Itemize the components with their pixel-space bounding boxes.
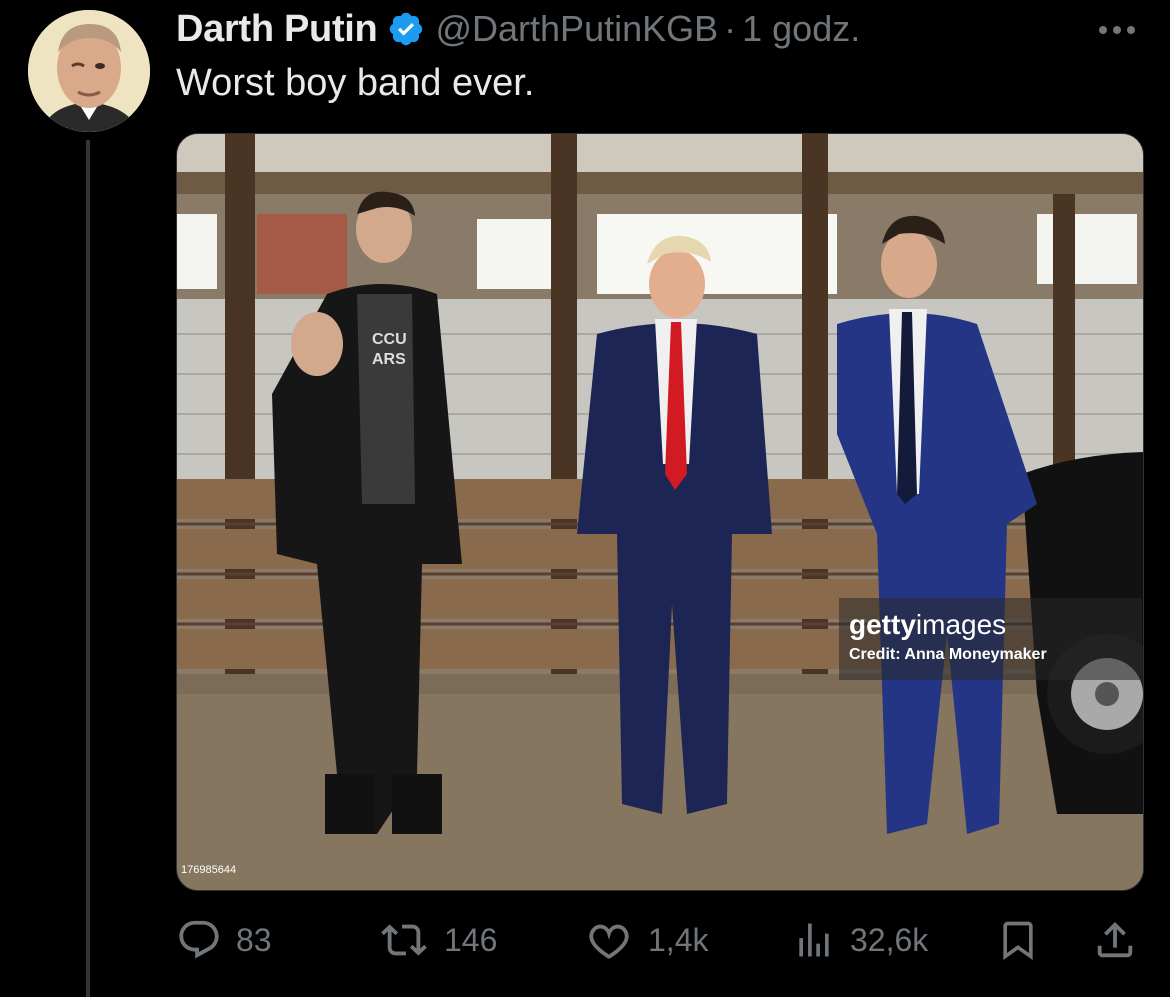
views-button[interactable]: 32,6k (792, 912, 928, 968)
author-avatar[interactable] (28, 10, 150, 132)
share-icon (1092, 916, 1138, 964)
tweet-photo[interactable]: CCU ARS gettyimages Credit: Anna Moneyma… (176, 133, 1144, 891)
watermark-brand-bold: getty (849, 609, 916, 640)
action-bar: 83 146 1,4k 32,6k (176, 912, 1142, 968)
more-icon[interactable] (1092, 16, 1142, 44)
watermark-brand-light: images (915, 609, 1007, 640)
svg-text:CCU: CCU (372, 331, 407, 348)
author-display-name[interactable]: Darth Putin (176, 8, 378, 51)
share-button[interactable] (1092, 912, 1138, 968)
bookmark-button[interactable] (996, 912, 1040, 968)
repost-count: 146 (444, 921, 498, 958)
like-count: 1,4k (648, 921, 709, 958)
tweet-timestamp[interactable]: 1 godz. (742, 8, 860, 50)
views-icon (792, 917, 836, 963)
tweet-text: Worst boy band ever. (176, 62, 535, 104)
reply-button[interactable]: 83 (176, 912, 272, 968)
thread-line (86, 140, 90, 997)
views-count: 32,6k (850, 921, 929, 958)
getty-watermark: gettyimages Credit: Anna Moneymaker (839, 598, 1142, 680)
photo-id: 176985644 (181, 864, 237, 876)
repost-button[interactable]: 146 (378, 912, 497, 968)
like-icon (584, 917, 634, 963)
repost-icon (378, 917, 430, 963)
verified-badge-icon[interactable] (387, 10, 425, 48)
bookmark-icon (996, 916, 1040, 964)
reply-count: 83 (236, 921, 272, 958)
svg-text:ARS: ARS (372, 351, 406, 368)
tweet-header: Darth Putin @DarthPutinKGB · 1 godz. (176, 4, 860, 54)
watermark-credit: Credit: Anna Moneymaker (849, 646, 1047, 663)
separator-dot: · (724, 8, 737, 49)
author-handle[interactable]: @DarthPutinKGB (435, 8, 718, 50)
like-button[interactable]: 1,4k (584, 912, 708, 968)
reply-icon (176, 917, 222, 963)
